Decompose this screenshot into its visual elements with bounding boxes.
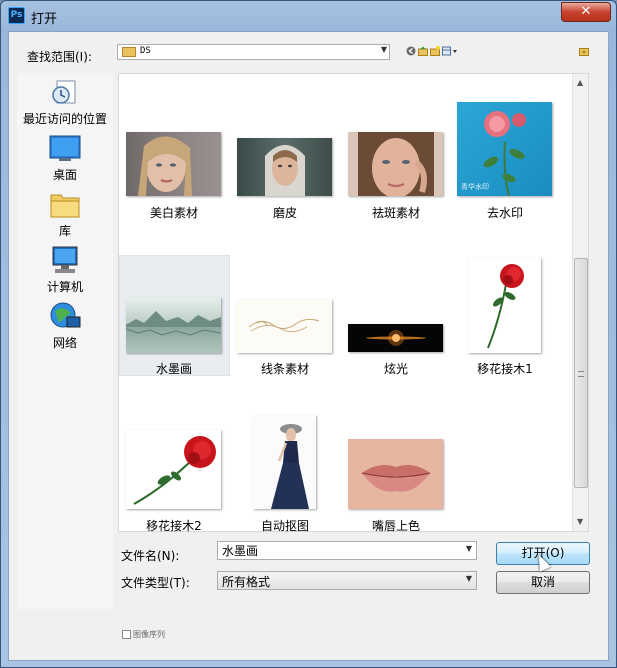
file-thumbnail[interactable] (237, 138, 332, 196)
file-thumbnail[interactable] (253, 415, 316, 509)
photoshop-app-icon: Ps (8, 7, 25, 24)
image-sequence-checkbox[interactable] (122, 630, 131, 639)
filetype-select[interactable]: 所有格式 ▼ (217, 571, 477, 590)
places-bar: 最近访问的位置 桌面 库 计算机 网络 (17, 73, 113, 609)
file-thumbnail[interactable]: 青华水印 (457, 102, 552, 196)
file-thumbnail[interactable] (237, 299, 332, 353)
title-bar[interactable]: Ps 打开 ✕ (1, 1, 616, 31)
open-dialog-window: Ps 打开 ✕ 查找范围(I): DS ▼ 最近访问的位置 桌面 库 计算机 网… (0, 0, 617, 668)
file-name[interactable]: 嘴唇上色 (341, 517, 451, 534)
file-name[interactable]: 磨皮 (230, 204, 340, 221)
up-folder-icon[interactable] (418, 46, 428, 56)
filename-field[interactable]: ▼ (217, 541, 477, 560)
vertical-scrollbar[interactable]: ▲ ▼ (572, 74, 588, 531)
image-sequence-label: 图像序列 (133, 630, 165, 639)
place-label: 桌面 (52, 168, 77, 182)
window-title: 打开 (31, 12, 58, 27)
file-name[interactable]: 祛斑素材 (341, 204, 451, 221)
watermark-text: 青华水印 (461, 183, 489, 191)
filename-input[interactable] (218, 542, 458, 559)
place-recent[interactable]: 最近访问的位置 (17, 77, 113, 127)
back-icon[interactable] (406, 46, 416, 56)
place-label: 库 (58, 224, 71, 238)
file-name[interactable]: 线条素材 (230, 360, 340, 377)
file-thumbnail[interactable] (348, 132, 443, 196)
file-name[interactable]: 美白素材 (119, 204, 229, 221)
filetype-label: 文件类型(T): (121, 576, 190, 590)
network-icon (49, 301, 81, 331)
look-in-combo[interactable]: DS ▼ (117, 44, 390, 60)
place-libraries[interactable]: 库 (17, 189, 113, 239)
file-thumbnail[interactable] (126, 297, 221, 353)
file-thumbnail[interactable] (348, 324, 443, 352)
place-label: 计算机 (46, 280, 83, 294)
file-thumbnail[interactable] (126, 132, 221, 196)
chevron-down-icon[interactable]: ▼ (466, 574, 472, 583)
file-name[interactable]: 移花接木1 (450, 360, 560, 377)
place-computer[interactable]: 计算机 (17, 245, 113, 295)
place-label: 网络 (52, 336, 77, 350)
file-name[interactable]: 移花接木2 (119, 517, 229, 534)
filetype-value: 所有格式 (222, 575, 271, 589)
view-menu-icon[interactable] (442, 46, 458, 56)
file-thumbnail[interactable] (126, 430, 221, 509)
cancel-button[interactable]: 取消 (496, 571, 590, 594)
scrollbar-thumb[interactable] (574, 258, 588, 488)
folder-icon (122, 47, 136, 57)
scroll-down-icon[interactable]: ▼ (577, 517, 583, 526)
file-thumbnail[interactable] (348, 439, 443, 509)
file-name[interactable]: 炫光 (341, 360, 451, 377)
file-name[interactable]: 自动抠图 (230, 517, 340, 534)
place-label: 最近访问的位置 (22, 112, 107, 126)
libraries-icon (49, 189, 81, 219)
file-name[interactable]: 去水印 (450, 204, 560, 221)
grip-icon (578, 371, 584, 377)
place-network[interactable]: 网络 (17, 301, 113, 351)
filename-label: 文件名(N): (121, 549, 180, 563)
place-desktop[interactable]: 桌面 (17, 133, 113, 183)
computer-icon (49, 245, 81, 275)
image-sequence-option[interactable]: 图像序列 (122, 629, 165, 640)
new-folder-icon[interactable] (430, 46, 440, 56)
chevron-down-icon[interactable]: ▼ (381, 45, 387, 54)
desktop-icon (49, 133, 81, 163)
file-name[interactable]: 水墨画 (119, 360, 229, 377)
look-in-value: DS (140, 46, 151, 56)
close-button[interactable]: ✕ (561, 2, 611, 22)
scroll-up-icon[interactable]: ▲ (577, 78, 583, 87)
chevron-down-icon[interactable]: ▼ (466, 544, 472, 553)
folder-icon[interactable] (579, 46, 589, 56)
file-thumbnail[interactable] (468, 258, 541, 353)
recent-places-icon (49, 77, 81, 107)
look-in-label: 查找范围(I): (27, 50, 92, 64)
